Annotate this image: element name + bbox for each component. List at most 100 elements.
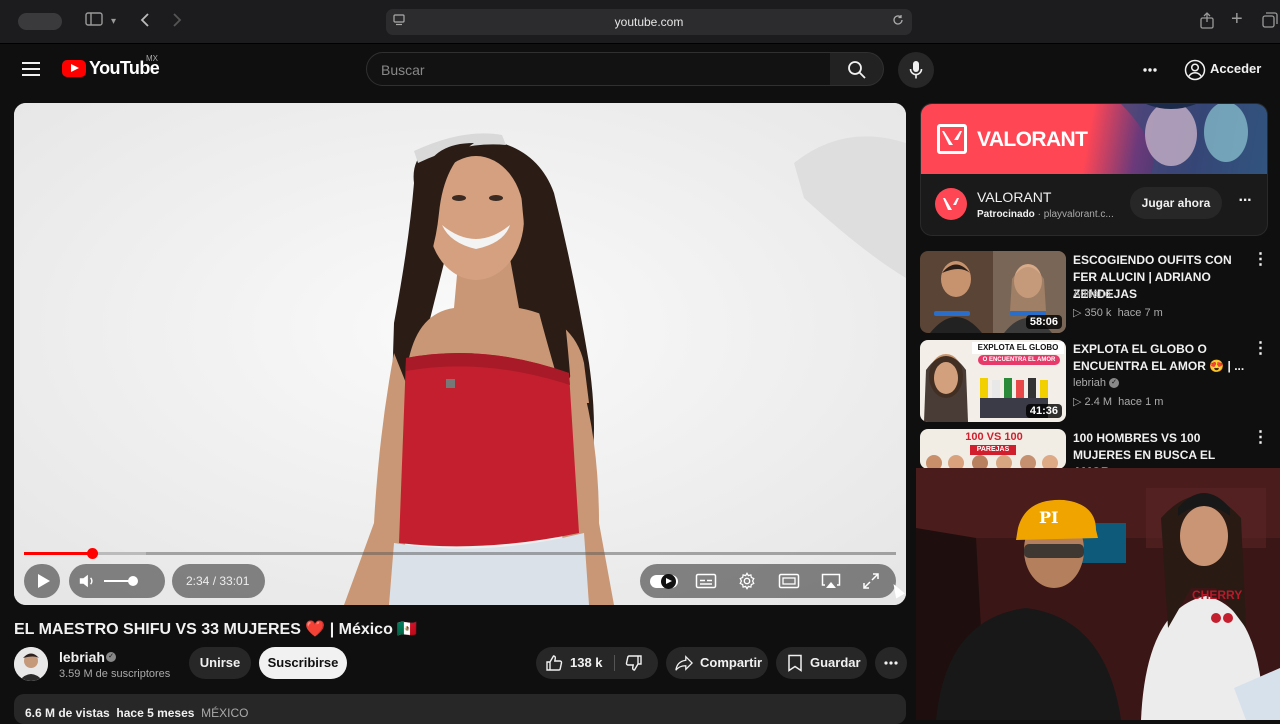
volume-icon: [79, 574, 93, 588]
share-icon[interactable]: [1200, 12, 1214, 35]
recommendation-meta: ▷ 350 k hace 7 m: [1073, 307, 1163, 319]
menu-icon[interactable]: [22, 62, 40, 76]
view-count: 6.6 M de vistas: [25, 706, 110, 720]
recommendation-channel[interactable]: Adriano: [1073, 288, 1111, 300]
recommendation-channel[interactable]: lebriah ✓: [1073, 377, 1120, 389]
more-actions-button[interactable]: [875, 647, 907, 679]
play-button[interactable]: [24, 564, 60, 598]
verified-badge-icon: ✓: [106, 652, 116, 662]
recommendation-item[interactable]: EXPLOTA EL GLOBO O ENCUENTRA EL AMOR 41:…: [920, 340, 1270, 422]
ad-banner-text: VALORANT: [977, 128, 1088, 151]
subscriber-count: 3.59 M de suscriptores: [59, 668, 171, 680]
play-icon: [38, 574, 50, 588]
sidebar-toggle-icon[interactable]: [85, 12, 103, 32]
like-count[interactable]: 138 k: [570, 647, 603, 679]
recommendation-thumbnail[interactable]: EXPLOTA EL GLOBO O ENCUENTRA EL AMOR 41:…: [920, 340, 1066, 422]
bookmark-icon: [788, 654, 802, 672]
like-divider: [614, 655, 615, 671]
browser-toolbar: ▾ youtube.com +: [0, 0, 1280, 44]
recommendation-more-icon[interactable]: ⋮: [1250, 341, 1270, 362]
recommendation-thumbnail[interactable]: 100 VS 100 PAREJAS: [920, 429, 1066, 469]
cap-logo-text: PI: [1039, 508, 1059, 527]
video-frame: [14, 103, 906, 605]
recommendation-item[interactable]: 58:06 ESCOGIENDO OUFITS CON FER ALUCIN |…: [920, 251, 1270, 333]
video-duration: 41:36: [1025, 404, 1062, 418]
tab-overview-icon[interactable]: [1262, 12, 1278, 34]
like-icon[interactable]: [545, 654, 563, 672]
recommendation-views: 2.4 M: [1084, 396, 1113, 408]
recommendation-title[interactable]: 100 HOMBRES VS 100 MUJERES EN BUSCA EL A…: [1073, 430, 1251, 469]
back-arrow-icon[interactable]: [140, 12, 150, 34]
recommendation-item[interactable]: 100 VS 100 PAREJAS 100 HOMBRES VS 100 MU…: [920, 429, 1268, 469]
voice-search-button[interactable]: [898, 52, 934, 88]
progress-track[interactable]: [24, 552, 896, 555]
player-right-controls: [640, 564, 896, 598]
settings-gear-icon[interactable]: [737, 572, 757, 590]
reload-icon[interactable]: [892, 14, 904, 29]
recommendation-more-icon[interactable]: ⋮: [1250, 252, 1270, 273]
window-controls[interactable]: [18, 13, 62, 30]
fullscreen-icon[interactable]: [862, 572, 880, 590]
recommendation-meta: ▷ 2.4 M hace 1 m: [1073, 396, 1164, 408]
save-label: Guardar: [810, 655, 861, 670]
share-label: Compartir: [700, 655, 763, 670]
tab-menu-chevron-icon[interactable]: ▾: [111, 12, 116, 32]
autoplay-toggle[interactable]: [650, 574, 678, 589]
video-title: EL MAESTRO SHIFU VS 33 MUJERES ❤️ | Méxi…: [14, 621, 418, 638]
account-icon: [1184, 59, 1206, 81]
scrubber-handle[interactable]: [87, 548, 99, 559]
volume-handle[interactable]: [128, 576, 138, 586]
verified-badge-icon: ✓: [1109, 378, 1120, 389]
search-button[interactable]: [830, 52, 884, 86]
upload-age: hace 5 meses: [116, 706, 195, 720]
webcam-overlay: PI CHERRY: [916, 468, 1280, 720]
save-button[interactable]: Guardar: [776, 647, 867, 679]
video-duration: 58:06: [1025, 315, 1062, 329]
search-placeholder: Buscar: [381, 62, 425, 78]
join-button[interactable]: Unirse: [189, 647, 251, 679]
location-tag[interactable]: MÉXICO: [201, 706, 248, 720]
channel-avatar[interactable]: [14, 647, 48, 681]
shirt-text: CHERRY: [1192, 588, 1243, 602]
url-text: youtube.com: [614, 15, 684, 29]
dislike-icon[interactable]: [625, 654, 643, 672]
ad-title[interactable]: VALORANT: [977, 189, 1051, 205]
sponsored-ad-card[interactable]: VALORANT VALORANT Patrocinado · playvalo…: [920, 103, 1268, 236]
recommendation-age: hace 7 m: [1117, 307, 1163, 319]
thumbnail-subcaption: O ENCUENTRA EL AMOR: [978, 355, 1060, 365]
forward-arrow-icon[interactable]: [172, 12, 182, 34]
ad-more-icon[interactable]: ···: [1235, 193, 1255, 214]
time-display: 2:34 / 33:01: [172, 564, 265, 598]
address-bar[interactable]: youtube.com: [386, 9, 912, 35]
more-vertical-icon: [1143, 68, 1157, 72]
channel-name[interactable]: lebriah: [59, 649, 105, 665]
ad-banner[interactable]: VALORANT: [921, 104, 1267, 174]
recommendation-channel-name[interactable]: lebriah: [1073, 377, 1106, 389]
recommendation-thumbnail[interactable]: 58:06: [920, 251, 1066, 333]
like-dislike-group: 138 k: [536, 647, 658, 679]
youtube-header: YouTube MX Buscar Acceder: [0, 44, 1280, 96]
autoplay-knob: [661, 574, 676, 589]
search-input[interactable]: Buscar: [366, 52, 831, 86]
channel-row: lebriah ✓ 3.59 M de suscriptores Unirse …: [14, 647, 907, 683]
more-horizontal-icon: [884, 661, 898, 665]
sign-in-button[interactable]: Acceder: [1178, 55, 1261, 85]
video-player[interactable]: 2:34 / 33:01: [14, 103, 906, 605]
recommendation-more-icon[interactable]: ⋮: [1250, 430, 1269, 451]
settings-more-button[interactable]: [1138, 58, 1162, 82]
progress-played: [24, 552, 93, 555]
sponsored-label: Patrocinado: [977, 209, 1035, 220]
ad-banner-art: [1121, 104, 1267, 174]
volume-control[interactable]: [69, 564, 165, 598]
subtitles-icon[interactable]: [695, 572, 717, 590]
play-now-button[interactable]: Jugar ahora: [1130, 187, 1222, 219]
airplay-icon[interactable]: [820, 572, 842, 590]
theater-mode-icon[interactable]: [778, 572, 800, 590]
subscribe-button[interactable]: Suscribirse: [259, 647, 347, 679]
thumbnail-caption: EXPLOTA EL GLOBO: [972, 342, 1064, 354]
share-button[interactable]: Compartir: [666, 647, 768, 679]
ad-brand-icon[interactable]: [935, 188, 967, 220]
new-tab-icon[interactable]: +: [1231, 9, 1243, 29]
recommendation-title[interactable]: EXPLOTA EL GLOBO O ENCUENTRA EL AMOR 😍 |…: [1073, 341, 1251, 375]
recommendation-views: 350 k: [1084, 307, 1112, 319]
